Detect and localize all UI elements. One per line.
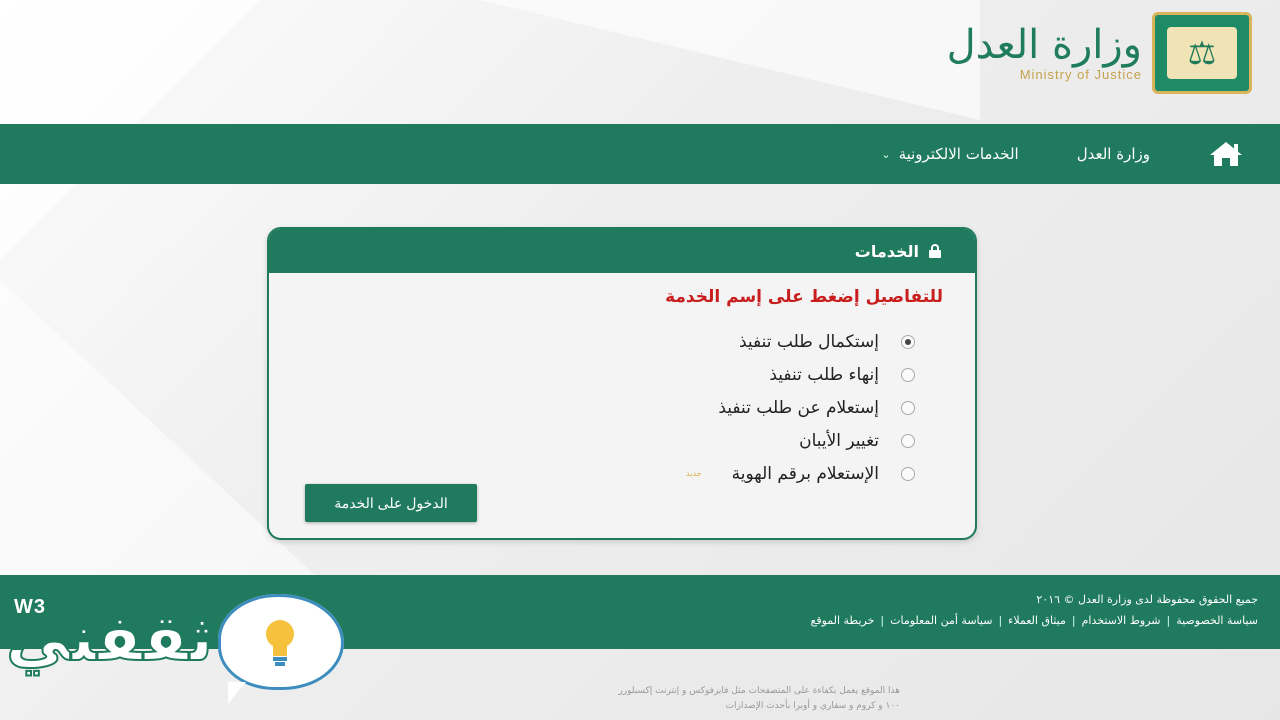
- footer-separator: |: [1071, 614, 1076, 627]
- option-label[interactable]: تغيير الأيبان: [799, 431, 879, 451]
- nav-item-ministry[interactable]: وزارة العدل: [1077, 145, 1150, 163]
- option-label[interactable]: الإستعلام برقم الهوية: [732, 464, 879, 484]
- nav-item-label: وزارة العدل: [1076, 145, 1150, 163]
- emblem-icon: ⚖: [1152, 12, 1252, 94]
- option-label[interactable]: إستعلام عن طلب تنفيذ: [718, 398, 879, 418]
- nav-item-eservices[interactable]: الخدمات الالكترونية ⌄: [881, 145, 1018, 163]
- footer-link-privacy[interactable]: سياسة الخصوصية: [1176, 614, 1258, 627]
- radio-button[interactable]: [901, 367, 915, 382]
- lock-icon: [929, 244, 941, 258]
- browser-note-line: هذا الموقع يعمل بكفاءة على المتصفحات مثل…: [618, 686, 900, 696]
- new-badge: جديد: [686, 469, 702, 478]
- panel-title: الخدمات: [854, 241, 919, 261]
- nav-item-label: الخدمات الالكترونية: [898, 145, 1019, 163]
- service-option[interactable]: إستعلام عن طلب تنفيذ: [495, 391, 915, 424]
- footer-link-terms[interactable]: شروط الاستخدام: [1082, 614, 1161, 627]
- service-options: إستكمال طلب تنفيذ إنهاء طلب تنفيذ إستعلا…: [495, 325, 915, 490]
- footer-link-sitemap[interactable]: خريطة الموقع: [810, 614, 874, 627]
- logo-arabic: وزارة العدل: [946, 21, 1142, 68]
- footer-link-security[interactable]: سياسة أمن المعلومات: [890, 614, 992, 627]
- radio-button[interactable]: [901, 400, 915, 415]
- watermark-logo: ثقفني W3: [0, 588, 350, 720]
- lightbulb-icon: [266, 620, 294, 666]
- logo-english: Ministry of Justice: [1019, 66, 1142, 82]
- logo-text: وزارة العدل Ministry of Justice: [947, 25, 1142, 82]
- main-nav: الخدمات الالكترونية ⌄ وزارة العدل: [0, 124, 1280, 184]
- chevron-down-icon: ⌄: [881, 147, 891, 161]
- scales-icon: ⚖: [1167, 27, 1237, 79]
- panel-header: الخدمات: [269, 229, 975, 273]
- footer-link-charter[interactable]: ميثاق العملاء: [1008, 614, 1066, 627]
- services-panel: الخدمات للتفاصيل إضغط على إسم الخدمة إست…: [267, 227, 977, 540]
- browser-note: هذا الموقع يعمل بكفاءة على المتصفحات مثل…: [380, 684, 900, 714]
- background-shape: [480, 0, 980, 120]
- browser-note-line: ١٠٠ و كروم و سفاري و أوبرا بأحدث الإصدار…: [725, 701, 900, 711]
- speech-bubble-icon: [218, 594, 344, 704]
- service-option[interactable]: إنهاء طلب تنفيذ: [495, 358, 915, 391]
- ministry-logo[interactable]: وزارة العدل Ministry of Justice ⚖: [947, 8, 1252, 98]
- service-option[interactable]: إستكمال طلب تنفيذ: [495, 325, 915, 358]
- footer-separator: |: [880, 614, 885, 627]
- option-label[interactable]: إستكمال طلب تنفيذ: [739, 332, 879, 352]
- service-option[interactable]: الإستعلام برقم الهوية جديد: [495, 457, 915, 490]
- footer-separator: |: [1166, 614, 1171, 627]
- radio-button[interactable]: [901, 466, 915, 481]
- w3-badge: W3: [14, 596, 46, 618]
- option-label[interactable]: إنهاء طلب تنفيذ: [769, 365, 879, 385]
- service-option[interactable]: تغيير الأيبان: [495, 424, 915, 457]
- radio-button[interactable]: [901, 334, 915, 349]
- enter-service-button[interactable]: الدخول على الخدمة: [305, 484, 477, 522]
- instruction-text: للتفاصيل إضغط على إسم الخدمة: [665, 287, 943, 307]
- home-icon[interactable]: [1208, 140, 1244, 168]
- radio-button[interactable]: [901, 433, 915, 448]
- footer-separator: |: [998, 614, 1003, 627]
